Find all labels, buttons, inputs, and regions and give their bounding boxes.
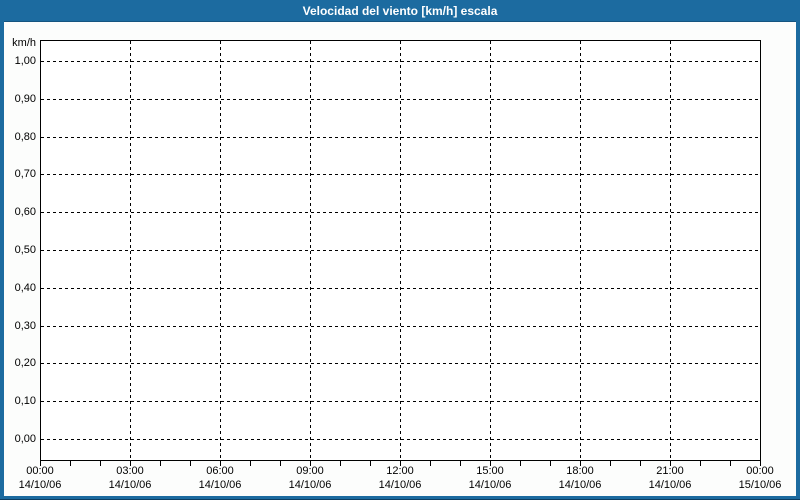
y-tick-label: 0,60 — [14, 206, 36, 219]
x-tick-time-label: 18:00 — [566, 465, 594, 477]
gridline-vertical — [310, 41, 311, 460]
title-bar: Velocidad del viento [km/h] escala — [0, 0, 800, 22]
x-tick-date-label: 14/10/06 — [558, 479, 602, 491]
x-tick-time-label: 00:00 — [26, 465, 54, 477]
x-tick-date-label: 14/10/06 — [18, 479, 62, 491]
x-tick-time-label: 09:00 — [296, 465, 324, 477]
x-tick-time-label: 12:00 — [386, 465, 414, 477]
chart-window: Velocidad del viento [km/h] escala km/h … — [0, 0, 800, 500]
window-border-left — [0, 0, 4, 500]
gridline-vertical — [400, 41, 401, 460]
plot-area — [40, 40, 761, 461]
gridline-vertical — [490, 41, 491, 460]
x-tick-time-label: 06:00 — [206, 465, 234, 477]
chart-title: Velocidad del viento [km/h] escala — [302, 4, 498, 18]
x-tick-date-label: 14/10/06 — [378, 479, 422, 491]
x-tick-date-label: 14/10/06 — [648, 479, 692, 491]
y-tick-label: 0,70 — [14, 168, 36, 181]
y-tick-label: 0,80 — [14, 130, 36, 143]
y-tick-label: 0,10 — [14, 395, 36, 408]
y-tick-label: 0,20 — [14, 357, 36, 370]
x-tick-date-label: 14/10/06 — [108, 479, 152, 491]
window-border-right — [796, 0, 800, 500]
y-tick-label: 0,90 — [14, 92, 36, 105]
window-border-bottom — [0, 496, 800, 500]
x-tick-date-label: 14/10/06 — [198, 479, 242, 491]
x-tick-date-label: 14/10/06 — [288, 479, 332, 491]
y-tick-label: 0,30 — [14, 319, 36, 332]
y-tick-label: 0,00 — [14, 433, 36, 445]
y-tick-label: 0,50 — [14, 244, 36, 256]
gridline-vertical — [130, 41, 131, 460]
x-tick-date-label: 15/10/06 — [738, 479, 782, 491]
x-tick-time-label: 15:00 — [476, 465, 504, 477]
y-tick-label: 0,40 — [14, 281, 36, 294]
x-tick-time-label: 21:00 — [656, 465, 684, 477]
x-tick-date-label: 14/10/06 — [468, 479, 512, 491]
gridline-vertical — [670, 41, 671, 460]
x-tick-time-label: 00:00 — [746, 465, 774, 477]
gridline-vertical — [220, 41, 221, 460]
y-tick-label: 1,00 — [14, 55, 36, 67]
gridline-vertical — [580, 41, 581, 460]
y-axis-unit-label: km/h — [12, 37, 36, 49]
x-tick-time-label: 03:00 — [116, 465, 144, 477]
